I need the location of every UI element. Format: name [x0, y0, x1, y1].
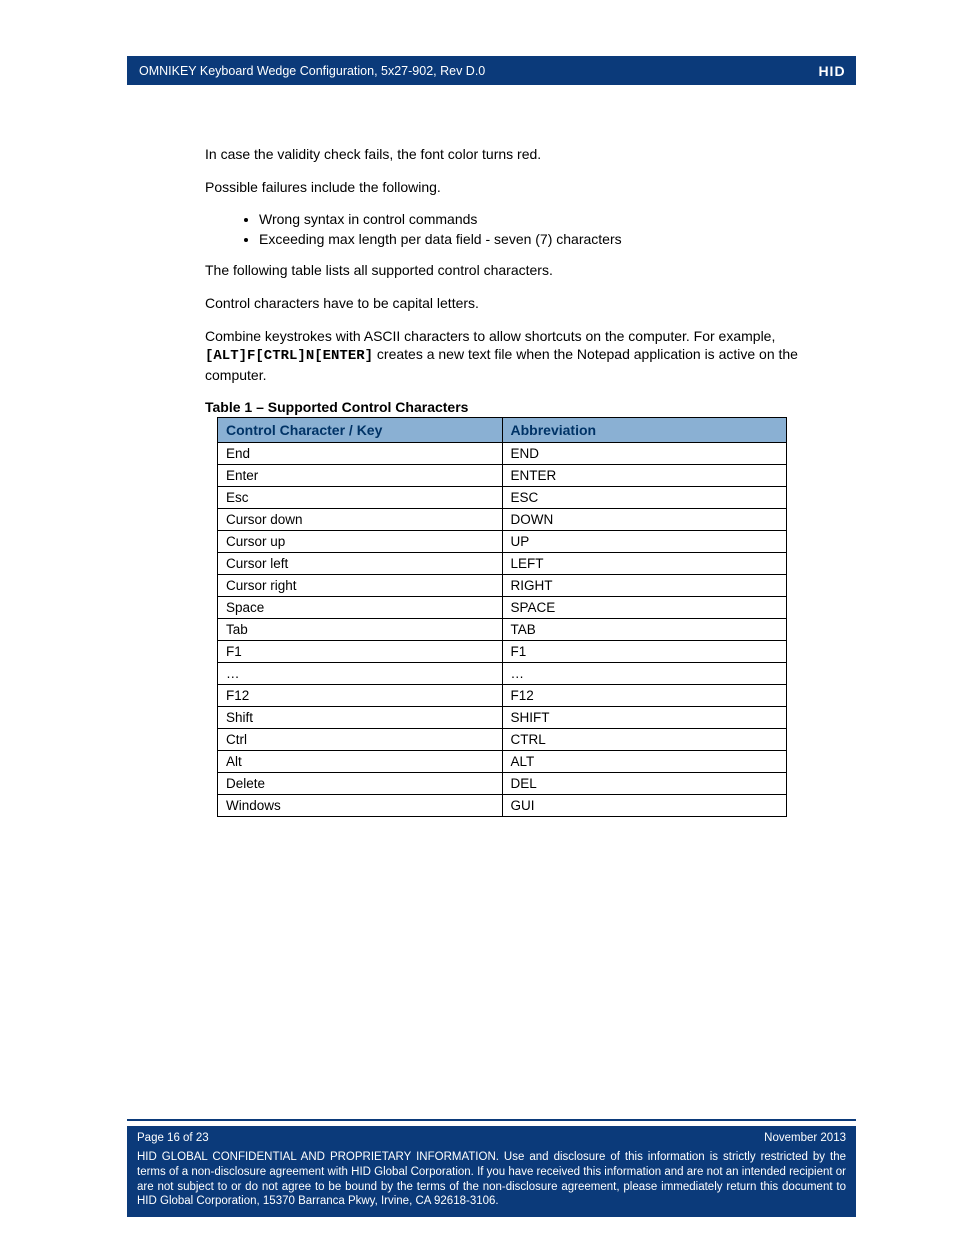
- table-cell-key: F1: [218, 641, 503, 663]
- table-row: WindowsGUI: [218, 795, 787, 817]
- table-cell-key: Cursor up: [218, 531, 503, 553]
- failure-bullet-list: Wrong syntax in control commands Exceedi…: [205, 211, 845, 247]
- list-item: Exceeding max length per data field - se…: [259, 231, 845, 247]
- table-cell-key: Delete: [218, 773, 503, 795]
- table-cell-abbrev: DOWN: [502, 509, 787, 531]
- table-row: Cursor downDOWN: [218, 509, 787, 531]
- table-cell-key: Enter: [218, 465, 503, 487]
- paragraph-possible-failures: Possible failures include the following.: [205, 178, 845, 197]
- footer-top-row: Page 16 of 23 November 2013: [137, 1132, 846, 1144]
- table-cell-key: Alt: [218, 751, 503, 773]
- table-cell-abbrev: ENTER: [502, 465, 787, 487]
- table-cell-key: Cursor right: [218, 575, 503, 597]
- page-footer: Page 16 of 23 November 2013 HID GLOBAL C…: [127, 1126, 856, 1217]
- code-example: [ALT]F[CTRL]N[ENTER]: [205, 348, 373, 364]
- hid-logo: HID: [808, 56, 856, 85]
- table-row: Cursor leftLEFT: [218, 553, 787, 575]
- doc-header-title: OMNIKEY Keyboard Wedge Configuration, 5x…: [139, 64, 485, 78]
- paragraph-capital-letters: Control characters have to be capital le…: [205, 294, 845, 313]
- table-cell-key: End: [218, 443, 503, 465]
- table-header-row: Control Character / Key Abbreviation: [218, 418, 787, 443]
- table-row: F12F12: [218, 685, 787, 707]
- paragraph-combine-keystrokes: Combine keystrokes with ASCII characters…: [205, 327, 845, 386]
- table-row: Cursor rightRIGHT: [218, 575, 787, 597]
- table-row: TabTAB: [218, 619, 787, 641]
- table-header-cell: Control Character / Key: [218, 418, 503, 443]
- table-cell-abbrev: LEFT: [502, 553, 787, 575]
- paragraph-table-intro: The following table lists all supported …: [205, 261, 845, 280]
- table-cell-key: F12: [218, 685, 503, 707]
- paragraph-validity-fail: In case the validity check fails, the fo…: [205, 145, 845, 164]
- table-cell-key: Windows: [218, 795, 503, 817]
- table-header-cell: Abbreviation: [502, 418, 787, 443]
- table-row: Cursor upUP: [218, 531, 787, 553]
- table-cell-key: Ctrl: [218, 729, 503, 751]
- table-row: F1F1: [218, 641, 787, 663]
- footer-notice: HID GLOBAL CONFIDENTIAL AND PROPRIETARY …: [137, 1150, 846, 1209]
- table-row: EndEND: [218, 443, 787, 465]
- table-row: ……: [218, 663, 787, 685]
- table-row: CtrlCTRL: [218, 729, 787, 751]
- table-cell-abbrev: TAB: [502, 619, 787, 641]
- table-row: DeleteDEL: [218, 773, 787, 795]
- hid-logo-text: HID: [812, 60, 851, 82]
- table-row: EnterENTER: [218, 465, 787, 487]
- table-row: AltALT: [218, 751, 787, 773]
- table-cell-key: Cursor left: [218, 553, 503, 575]
- table-cell-key: Space: [218, 597, 503, 619]
- table-row: SpaceSPACE: [218, 597, 787, 619]
- table-caption: Table 1 – Supported Control Characters: [205, 399, 845, 415]
- text-run: Combine keystrokes with ASCII characters…: [205, 328, 775, 344]
- table-cell-key: Cursor down: [218, 509, 503, 531]
- table-cell-abbrev: …: [502, 663, 787, 685]
- table-cell-abbrev: F12: [502, 685, 787, 707]
- table-cell-abbrev: END: [502, 443, 787, 465]
- table-row: ShiftSHIFT: [218, 707, 787, 729]
- table-cell-key: Tab: [218, 619, 503, 641]
- table-cell-abbrev: ALT: [502, 751, 787, 773]
- table-cell-abbrev: ESC: [502, 487, 787, 509]
- table-cell-abbrev: DEL: [502, 773, 787, 795]
- table-cell-abbrev: SHIFT: [502, 707, 787, 729]
- table-cell-abbrev: SPACE: [502, 597, 787, 619]
- table-cell-abbrev: GUI: [502, 795, 787, 817]
- control-characters-table: Control Character / Key Abbreviation End…: [217, 417, 787, 817]
- table-cell-abbrev: CTRL: [502, 729, 787, 751]
- table-cell-abbrev: UP: [502, 531, 787, 553]
- list-item: Wrong syntax in control commands: [259, 211, 845, 227]
- footer-date: November 2013: [764, 1132, 846, 1144]
- table-cell-key: …: [218, 663, 503, 685]
- footer-divider: [127, 1119, 856, 1121]
- table-cell-key: Esc: [218, 487, 503, 509]
- table-cell-abbrev: F1: [502, 641, 787, 663]
- doc-header-bar: OMNIKEY Keyboard Wedge Configuration, 5x…: [127, 56, 856, 85]
- table-cell-abbrev: RIGHT: [502, 575, 787, 597]
- footer-page-number: Page 16 of 23: [137, 1132, 209, 1144]
- table-row: EscESC: [218, 487, 787, 509]
- table-cell-key: Shift: [218, 707, 503, 729]
- page-content: In case the validity check fails, the fo…: [205, 145, 845, 817]
